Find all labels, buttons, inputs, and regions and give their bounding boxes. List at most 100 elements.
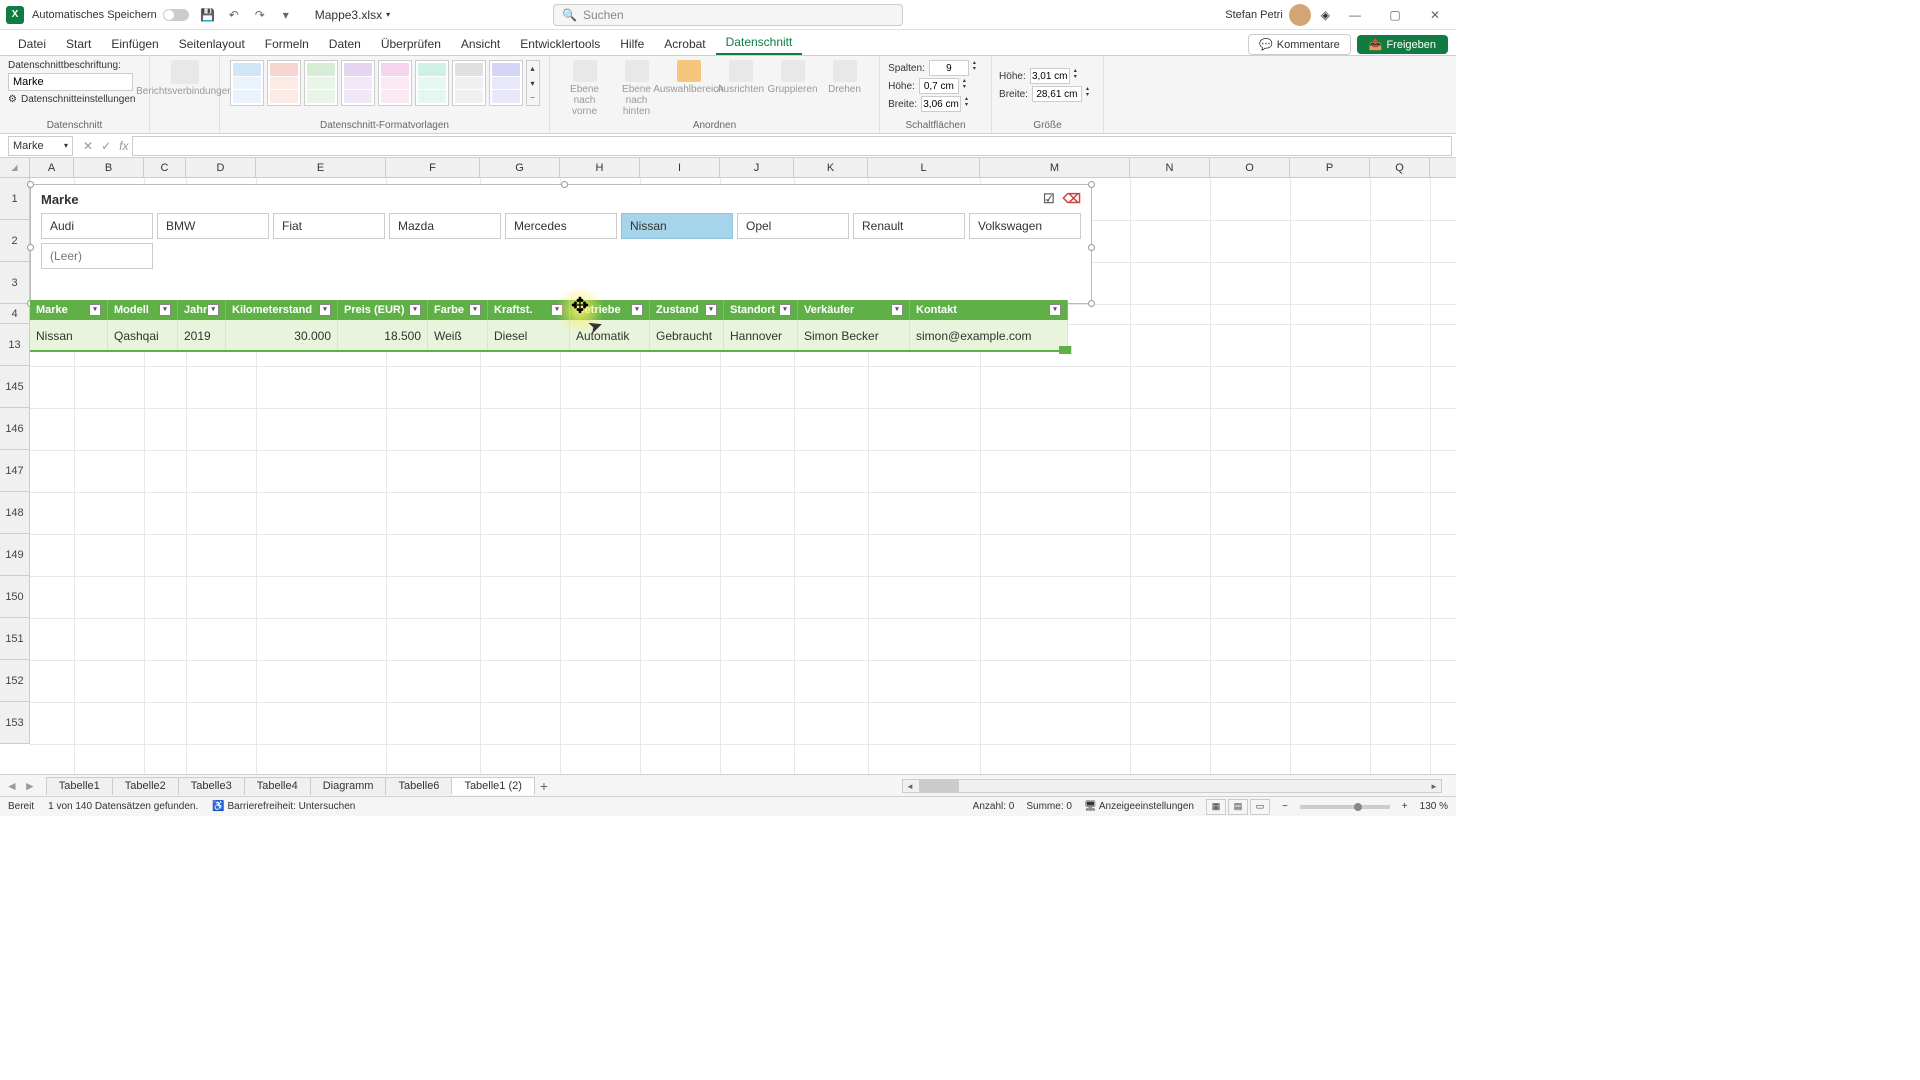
col-header-F[interactable]: F <box>386 158 480 177</box>
align-button[interactable]: Ausrichten <box>717 60 765 95</box>
view-page-layout-button[interactable]: ▤ <box>1228 799 1248 815</box>
slicer-item-nissan[interactable]: Nissan <box>621 213 733 239</box>
user-avatar[interactable] <box>1289 4 1311 26</box>
col-header-N[interactable]: N <box>1130 158 1210 177</box>
col-header-G[interactable]: G <box>480 158 560 177</box>
sheet-tab-6[interactable]: Tabelle1 (2) <box>451 777 534 795</box>
selection-pane-button[interactable]: Auswahlbereich <box>665 60 713 95</box>
add-sheet-button[interactable]: + <box>534 778 554 794</box>
col-header-E[interactable]: E <box>256 158 386 177</box>
slicer-item-mazda[interactable]: Mazda <box>389 213 501 239</box>
save-icon[interactable]: 💾 <box>199 6 217 24</box>
table-cell-10[interactable]: Simon Becker <box>798 320 910 350</box>
row-header-4[interactable]: 4 <box>0 304 30 324</box>
clear-filter-icon[interactable]: ⌫ <box>1063 191 1081 207</box>
row-header-146[interactable]: 146 <box>0 408 30 450</box>
size-height-input[interactable] <box>1030 68 1070 84</box>
share-button[interactable]: 📤 Freigeben <box>1357 35 1448 54</box>
search-input[interactable]: 🔍 Suchen <box>553 4 903 26</box>
slicer-marke[interactable]: Marke ☑ ⌫ AudiBMWFiatMazdaMercedesNissan… <box>30 184 1092 304</box>
sheet-tab-4[interactable]: Diagramm <box>310 777 387 795</box>
col-header-Q[interactable]: Q <box>1370 158 1430 177</box>
slicer-item-fiat[interactable]: Fiat <box>273 213 385 239</box>
status-accessibility[interactable]: ♿ Barrierefreiheit: Untersuchen <box>212 801 355 812</box>
table-cell-0[interactable]: Nissan <box>30 320 108 350</box>
table-cell-6[interactable]: Diesel <box>488 320 570 350</box>
tab-ansicht[interactable]: Ansicht <box>451 33 510 55</box>
col-header-A[interactable]: A <box>30 158 74 177</box>
formula-input[interactable] <box>132 136 1452 156</box>
row-header-3[interactable]: 3 <box>0 262 30 304</box>
row-header-152[interactable]: 152 <box>0 660 30 702</box>
table-header-11[interactable]: Kontakt▾ <box>910 300 1068 320</box>
slicer-item-volkswagen[interactable]: Volkswagen <box>969 213 1081 239</box>
col-header-K[interactable]: K <box>794 158 868 177</box>
col-header-C[interactable]: C <box>144 158 186 177</box>
table-header-4[interactable]: Preis (EUR)▾ <box>338 300 428 320</box>
table-cell-9[interactable]: Hannover <box>724 320 798 350</box>
table-cell-4[interactable]: 18.500 <box>338 320 428 350</box>
row-header-147[interactable]: 147 <box>0 450 30 492</box>
tab-datenschnitt[interactable]: Datenschnitt <box>716 31 803 55</box>
sheet-tab-3[interactable]: Tabelle4 <box>244 777 311 795</box>
slicer-item-renault[interactable]: Renault <box>853 213 965 239</box>
row-header-153[interactable]: 153 <box>0 702 30 744</box>
slicer-item-leer[interactable]: (Leer) <box>41 243 153 269</box>
close-button[interactable]: ✕ <box>1420 5 1450 25</box>
comments-button[interactable]: 💬 Kommentare <box>1248 34 1351 55</box>
tab-acrobat[interactable]: Acrobat <box>654 33 715 55</box>
table-header-8[interactable]: Zustand▾ <box>650 300 724 320</box>
caption-input[interactable] <box>8 73 133 91</box>
zoom-value[interactable]: 130 % <box>1420 801 1448 812</box>
col-header-P[interactable]: P <box>1290 158 1370 177</box>
sheet-tab-0[interactable]: Tabelle1 <box>46 777 113 795</box>
sheet-prev-icon[interactable]: ◄ <box>6 779 18 793</box>
maximize-button[interactable]: ▢ <box>1380 5 1410 25</box>
columns-input[interactable] <box>929 60 969 76</box>
slicer-item-mercedes[interactable]: Mercedes <box>505 213 617 239</box>
display-settings[interactable]: 🖥 Anzeigeeinstellungen <box>1084 801 1194 812</box>
name-box[interactable]: Marke▾ <box>8 136 73 156</box>
chevron-down-icon[interactable]: ▾ <box>386 10 390 19</box>
select-all-corner[interactable]: ◢ <box>0 158 30 178</box>
sheet-next-icon[interactable]: ► <box>24 779 36 793</box>
col-header-I[interactable]: I <box>640 158 720 177</box>
col-header-M[interactable]: M <box>980 158 1130 177</box>
horizontal-scrollbar[interactable]: ◄ ► <box>902 779 1442 793</box>
table-header-10[interactable]: Verkäufer▾ <box>798 300 910 320</box>
row-header-151[interactable]: 151 <box>0 618 30 660</box>
table-header-6[interactable]: Kraftst.▾ <box>488 300 570 320</box>
table-header-0[interactable]: Marke▾ <box>30 300 108 320</box>
row-header-2[interactable]: 2 <box>0 220 30 262</box>
table-data-row[interactable]: NissanQashqai201930.00018.500WeißDieselA… <box>30 320 1068 352</box>
fx-icon[interactable]: fx <box>119 139 128 153</box>
table-cell-8[interactable]: Gebraucht <box>650 320 724 350</box>
row-header-1[interactable]: 1 <box>0 178 30 220</box>
table-cell-11[interactable]: simon@example.com <box>910 320 1068 350</box>
zoom-out-button[interactable]: − <box>1282 801 1288 812</box>
sheet-tab-1[interactable]: Tabelle2 <box>112 777 179 795</box>
sheet-tab-5[interactable]: Tabelle6 <box>385 777 452 795</box>
tab-seitenlayout[interactable]: Seitenlayout <box>169 33 255 55</box>
view-normal-button[interactable]: ▦ <box>1206 799 1226 815</box>
button-height-input[interactable] <box>919 78 959 94</box>
table-header-2[interactable]: Jahr▾ <box>178 300 226 320</box>
row-header-149[interactable]: 149 <box>0 534 30 576</box>
table-header-1[interactable]: Modell▾ <box>108 300 178 320</box>
tab-entwicklertools[interactable]: Entwicklertools <box>510 33 610 55</box>
tab-formeln[interactable]: Formeln <box>255 33 319 55</box>
multi-select-icon[interactable]: ☑ <box>1043 191 1055 207</box>
tab-daten[interactable]: Daten <box>319 33 371 55</box>
zoom-slider[interactable] <box>1300 805 1390 809</box>
row-header-13[interactable]: 13 <box>0 324 30 366</box>
col-header-D[interactable]: D <box>186 158 256 177</box>
zoom-in-button[interactable]: + <box>1402 801 1408 812</box>
gallery-more-button[interactable]: ▴▾⎯ <box>526 60 540 106</box>
sheet-tab-2[interactable]: Tabelle3 <box>178 777 245 795</box>
qat-more-icon[interactable]: ▾ <box>277 6 295 24</box>
table-header-5[interactable]: Farbe▾ <box>428 300 488 320</box>
slicer-styles-gallery[interactable]: ▴▾⎯ <box>230 60 540 106</box>
table-cell-7[interactable]: Automatik <box>570 320 650 350</box>
tab-datei[interactable]: Datei <box>8 33 56 55</box>
col-header-O[interactable]: O <box>1210 158 1290 177</box>
